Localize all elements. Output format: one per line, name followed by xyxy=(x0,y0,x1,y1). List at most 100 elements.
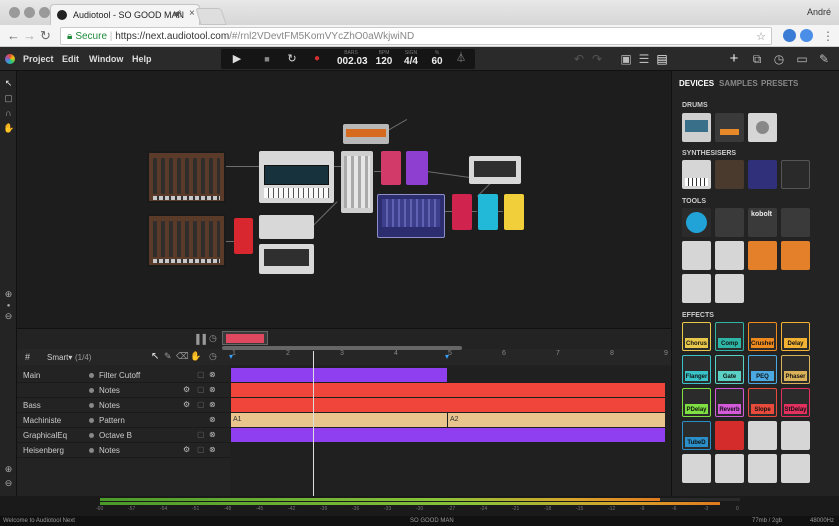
remove-icon[interactable]: ⊗ xyxy=(209,415,216,424)
timeline-zoom-out-icon[interactable]: ⊖ xyxy=(3,478,14,489)
clip-bass-notes[interactable] xyxy=(231,398,665,412)
zoom-window-button[interactable] xyxy=(39,7,50,18)
effect-tile-peq[interactable]: PEQ xyxy=(748,355,777,384)
clip-octave-b[interactable] xyxy=(231,428,665,442)
lock-icon[interactable]: ▢ xyxy=(197,385,205,394)
bookmark-star-icon[interactable]: ☆ xyxy=(756,30,766,43)
track-row-graphicaleq[interactable]: GraphicalEq Octave B ▢ ⊗ xyxy=(17,428,230,443)
bars-display[interactable]: BARS 002.03 xyxy=(337,50,368,67)
track-row-bass[interactable]: Bass Notes ⚙ ▢ ⊗ xyxy=(17,398,230,413)
undo-icon[interactable]: ↶ xyxy=(572,52,586,66)
effect-tile-tubed[interactable]: TubeD xyxy=(682,421,711,450)
remove-icon[interactable]: ⊗ xyxy=(209,430,216,439)
loop-end-marker[interactable]: ▾ xyxy=(445,352,449,361)
panel-toggle-icon[interactable]: ▤ xyxy=(655,52,669,66)
minimize-window-button[interactable] xyxy=(24,7,35,18)
extension-f-icon[interactable] xyxy=(800,29,813,42)
swing-display[interactable]: % 60 xyxy=(427,50,447,67)
effect-tile[interactable] xyxy=(748,454,777,483)
stompbox-purple[interactable] xyxy=(406,151,428,185)
zoom-in-icon[interactable]: ⊕ xyxy=(3,289,14,300)
track-row-main[interactable]: Main Filter Cutoff ▢ ⊗ xyxy=(17,368,230,383)
device-desktop[interactable] xyxy=(17,71,671,328)
profile-name[interactable]: André xyxy=(807,7,831,17)
overview-window[interactable] xyxy=(222,331,268,345)
browser-tab[interactable]: Audiotool - SO GOOD MAN ◀) × xyxy=(50,4,200,25)
effect-tile[interactable] xyxy=(781,454,810,483)
menu-project[interactable]: Project xyxy=(23,54,54,64)
heisenberg-synth[interactable] xyxy=(259,151,334,203)
history-icon[interactable]: ◷ xyxy=(772,52,786,66)
effect-tile[interactable] xyxy=(715,454,744,483)
effect-tile-comp[interactable]: Comp xyxy=(715,322,744,351)
effect-tile-reverb[interactable]: Reverb xyxy=(715,388,744,417)
close-window-button[interactable] xyxy=(9,7,20,18)
tool-tile[interactable] xyxy=(715,274,744,303)
url-field[interactable]: 🔒︎ Secure | https://next.audiotool.com/#/… xyxy=(60,27,772,45)
extension-s-icon[interactable] xyxy=(783,29,796,42)
lock-icon[interactable]: ▢ xyxy=(197,445,205,454)
tab-samples[interactable]: SAMPLES xyxy=(719,79,758,88)
tab-devices[interactable]: DEVICES xyxy=(679,79,714,88)
synth-tile[interactable] xyxy=(748,160,777,189)
remove-icon[interactable]: ⊗ xyxy=(209,445,216,454)
stompbox-pink[interactable] xyxy=(381,151,401,185)
back-icon[interactable]: ← xyxy=(7,29,20,43)
bpm-display[interactable]: BPM 120 xyxy=(373,50,395,67)
effect-tile-flanger[interactable]: Flanger xyxy=(682,355,711,384)
drum-machine-tile[interactable] xyxy=(682,113,711,142)
remove-icon[interactable]: ⊗ xyxy=(209,370,216,379)
effect-tile-phaser[interactable]: Phaser xyxy=(781,355,810,384)
settings-icon[interactable]: ⚙ xyxy=(183,385,190,394)
play-icon[interactable]: ▶ xyxy=(229,52,245,66)
clip-pattern-a2[interactable]: A2 xyxy=(448,413,665,427)
eq-device-1[interactable] xyxy=(259,215,314,239)
effect-tile[interactable] xyxy=(682,454,711,483)
add-icon[interactable]: + xyxy=(727,51,741,66)
tool-tile[interactable] xyxy=(682,274,711,303)
menu-window[interactable]: Window xyxy=(89,54,123,64)
signature-display[interactable]: SIGN 4/4 xyxy=(401,50,421,67)
clip-notes[interactable] xyxy=(231,383,665,397)
zoom-out-icon[interactable]: ⊖ xyxy=(3,311,14,322)
tool-tile[interactable] xyxy=(682,241,711,270)
devices-icon[interactable]: ⧉ xyxy=(750,52,764,66)
track-row-heisenberg[interactable]: Heisenberg Notes ⚙ ▢ ⊗ xyxy=(17,443,230,458)
hand-tool-icon[interactable]: ✋ xyxy=(190,351,201,362)
stop-icon[interactable]: ■ xyxy=(259,52,275,66)
eq-device-2[interactable] xyxy=(259,244,314,274)
select-rect-icon[interactable]: ▢ xyxy=(3,93,14,104)
track-row-notes[interactable]: Notes ⚙ ▢ ⊗ xyxy=(17,383,230,398)
effect-tile-crusher[interactable]: Crusher xyxy=(748,322,777,351)
clip-area[interactable]: A1 A2 xyxy=(230,351,671,497)
grid-icon[interactable]: # xyxy=(25,352,30,362)
forward-icon[interactable]: → xyxy=(23,29,36,43)
browser-menu-icon[interactable]: ⋮ xyxy=(822,29,834,43)
menu-help[interactable]: Help xyxy=(132,54,152,64)
metronome-icon[interactable]: ⏃ xyxy=(453,52,469,66)
eraser-tool-icon[interactable]: ⌫ xyxy=(176,351,189,362)
drum-machine-tile[interactable] xyxy=(715,113,744,142)
synth-tile[interactable] xyxy=(715,160,744,189)
tab-presets[interactable]: PRESETS xyxy=(761,79,798,88)
list-view-icon[interactable]: ☰ xyxy=(637,52,651,66)
effect-tile-stdelay[interactable]: StDelay xyxy=(781,388,810,417)
lock-icon[interactable]: ▢ xyxy=(197,400,205,409)
mode-select[interactable]: Smart▾ xyxy=(47,353,72,362)
pencil-tool-icon[interactable]: ✎ xyxy=(164,351,172,362)
headphones-icon[interactable]: ∩ xyxy=(3,108,14,119)
tool-tile[interactable] xyxy=(781,208,810,237)
hand-icon[interactable]: ✋ xyxy=(3,123,14,134)
effect-tile-slope[interactable]: Slope xyxy=(748,388,777,417)
drum-machine-tile[interactable] xyxy=(748,113,777,142)
tool-tile[interactable] xyxy=(715,208,744,237)
tool-tile[interactable] xyxy=(748,241,777,270)
effect-tile[interactable] xyxy=(715,421,744,450)
stompbox-yellow[interactable] xyxy=(504,194,524,230)
track-row-machiniste[interactable]: Machiniste Pattern ⊗ xyxy=(17,413,230,428)
pointer-icon[interactable]: ↖ xyxy=(3,78,14,89)
clip-filter-cutoff[interactable] xyxy=(231,368,447,382)
stompbox-red[interactable] xyxy=(234,218,253,254)
tool-tile[interactable] xyxy=(781,241,810,270)
settings-wrench-icon[interactable]: ✎ xyxy=(817,52,831,66)
